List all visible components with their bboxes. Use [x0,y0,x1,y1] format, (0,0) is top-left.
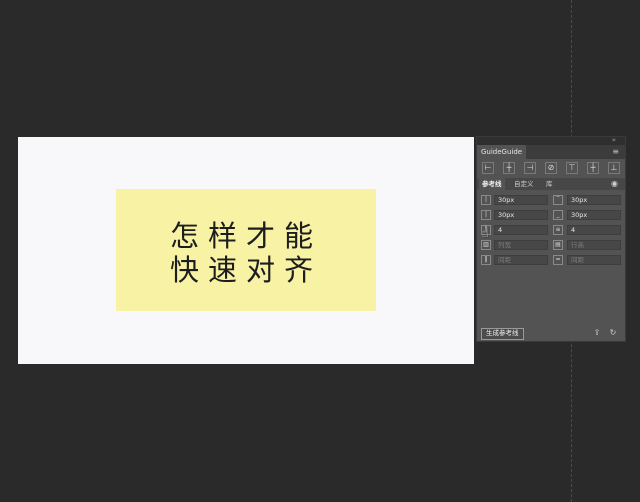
sub-tab-bar: 参考线 自定义 库 ◉ [477,178,625,190]
panel-menu-icon[interactable]: ≡ [612,148,619,156]
tab-guides[interactable]: 参考线 [479,178,505,190]
center-horizontal-icon[interactable]: ┼ [587,162,599,174]
guideguide-panel: » GuideGuide ≡ ⊢ ┼ ⊣ ⊘ ⊤ ┼ ⊥ 参考线 自定义 库 ◉… [476,136,626,342]
row-gutter-input[interactable]: 间距 [567,255,621,265]
bottom-margin-input[interactable]: 30px [567,210,621,220]
tab-custom[interactable]: 自定义 [511,178,537,190]
tab-library[interactable]: 库 [543,178,556,190]
margin-row-2-right: _ 30px [481,210,621,221]
top-margin-icon: ‾ [553,195,563,205]
center-vertical-icon[interactable]: ┼ [503,162,515,174]
align-bottom-icon[interactable]: ⊥ [608,162,620,174]
bottom-margin-icon: _ [553,210,563,220]
headline-line-2: 快速对齐 [169,253,322,287]
rows-input[interactable]: 4 [567,225,621,235]
row-height-icon: ▤ [553,240,563,250]
guide-tool-row: ⊢ ┼ ⊣ ⊘ ⊤ ┼ ⊥ [482,162,620,176]
tab-guideguide[interactable]: GuideGuide [477,145,527,159]
panel-tab-bar: GuideGuide ≡ [477,145,625,159]
refresh-icon[interactable]: ↻ [608,328,618,338]
margin-row-1-right: ‾ 30px [481,195,621,206]
rows-icon: ≡ [553,225,563,235]
align-right-icon[interactable]: ⊣ [524,162,536,174]
row-gutter-icon: ═ [553,255,563,265]
align-left-icon[interactable]: ⊢ [482,162,494,174]
yellow-card[interactable]: 怎样才能 快速对齐 [116,189,376,311]
collapse-panel-icon[interactable]: » [612,136,617,144]
artboard[interactable]: 怎样才能 快速对齐 [18,137,474,364]
hand-cursor-icon: ☝ [481,226,489,241]
panel-top-bar: » [477,136,625,145]
clear-guides-icon[interactable]: ⊘ [545,162,557,174]
generate-guides-button[interactable]: 生成参考线 [481,328,524,340]
count-row-right: ≡ 4 [481,225,621,236]
row-height-input[interactable]: 行高 [567,240,621,250]
size-row-right: ▤ 行高 [481,240,621,251]
align-top-icon[interactable]: ⊤ [566,162,578,174]
export-icon[interactable]: ⇪ [592,328,602,338]
gutter-row-right: ═ 间距 [481,255,621,266]
eye-icon[interactable]: ◉ [611,180,618,188]
headline-line-1: 怎样才能 [169,219,322,253]
top-margin-input[interactable]: 30px [567,195,621,205]
